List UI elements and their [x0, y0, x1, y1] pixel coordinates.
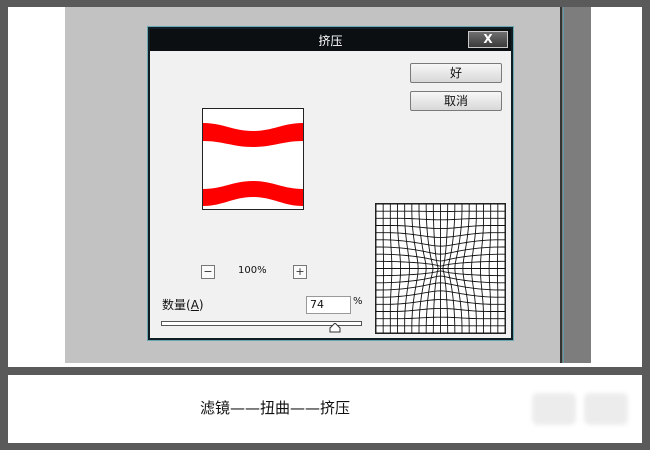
triangle-up-icon	[329, 323, 341, 333]
pinch-grid-preview	[375, 203, 506, 334]
percent-unit: %	[353, 296, 363, 307]
filter-preview[interactable]	[202, 108, 304, 210]
blurred-buttons	[532, 389, 630, 431]
outer-frame: 挤压 X 好 取消 − 100% + 数量(A) 74 % 滤镜——扭曲——挤压	[0, 0, 650, 450]
dialog-title: 挤压	[318, 34, 343, 48]
close-button[interactable]: X	[468, 31, 508, 48]
amount-shortcut: A	[190, 298, 199, 312]
cancel-button[interactable]: 取消	[410, 91, 502, 111]
amount-label: 数量(A)	[162, 298, 204, 312]
caption-text: 滤镜——扭曲——挤压	[200, 399, 351, 417]
caption-panel: 滤镜——扭曲——挤压	[8, 375, 642, 443]
amount-input[interactable]: 74	[306, 296, 351, 314]
zoom-out-button[interactable]: −	[201, 265, 215, 279]
zoom-in-button[interactable]: +	[293, 265, 307, 279]
ok-button[interactable]: 好	[410, 63, 502, 83]
workspace-side-strip	[560, 7, 591, 363]
close-icon: X	[483, 32, 493, 46]
zoom-level: 100%	[238, 265, 267, 276]
screenshot-panel: 挤压 X 好 取消 − 100% + 数量(A) 74 %	[8, 7, 642, 367]
preview-image	[203, 123, 303, 206]
dialog-titlebar[interactable]: 挤压 X	[150, 29, 511, 51]
distortion-grid	[375, 203, 506, 334]
pinch-dialog: 挤压 X 好 取消 − 100% + 数量(A) 74 %	[148, 27, 513, 340]
plus-icon: +	[295, 265, 305, 278]
minus-icon: −	[203, 265, 213, 278]
